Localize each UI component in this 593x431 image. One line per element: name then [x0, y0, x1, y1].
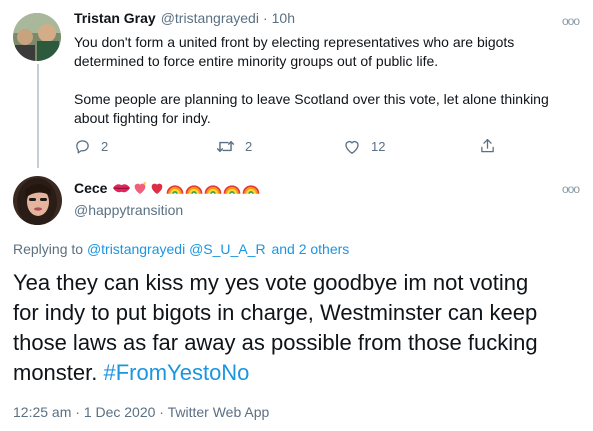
like-action[interactable]: 12 — [343, 138, 385, 155]
rainbow-icon — [186, 184, 203, 194]
tweet-text-line: You don't form a united front by electin… — [74, 34, 515, 50]
hashtag-link[interactable]: #FromYestoNo — [104, 360, 250, 385]
tweet-header: Tristan Gray @tristangrayedi · 10h — [74, 10, 295, 26]
reply-author-handle[interactable]: @happytransition — [74, 202, 183, 218]
heart-icon — [345, 140, 359, 154]
cece-avatar[interactable] — [13, 176, 62, 225]
reply-text: Yea they can kiss my yes vote goodbye im… — [13, 268, 588, 388]
replying-to-user[interactable]: @tristangrayedi — [87, 241, 185, 257]
tweet-time[interactable]: 10h — [272, 10, 295, 26]
reply-timestamp[interactable]: 12:25 am · 1 Dec 2020 · Twitter Web App — [13, 404, 269, 420]
more-options-icon[interactable]: ooo — [562, 14, 580, 28]
name-emojis — [112, 180, 260, 196]
reply-text-line: for indy to put bigots in charge, Westmi… — [13, 300, 538, 325]
retweet-count: 2 — [245, 139, 253, 154]
reply-author-name[interactable]: Cece — [74, 180, 107, 196]
rainbow-icon — [224, 184, 241, 194]
reply-count: 2 — [101, 139, 109, 154]
thread-connector-line — [37, 64, 39, 168]
tweet-text-line: about fighting for indy. — [74, 110, 211, 126]
share-action[interactable] — [479, 137, 506, 155]
share-icon — [481, 138, 494, 153]
reply-header: Cece — [74, 180, 260, 196]
replying-to: Replying to @tristangrayedi @S_U_A_R and… — [13, 241, 349, 257]
tweet-text: You don't form a united front by electin… — [74, 33, 584, 128]
reply-more-options-icon[interactable]: ooo — [562, 182, 580, 196]
reply-text-last-line: monster. #FromYestoNo — [13, 358, 588, 388]
tweet-text-line: Some people are planning to leave Scotla… — [74, 91, 549, 107]
reply-text-line: Yea they can kiss my yes vote goodbye im… — [13, 270, 529, 295]
author-name[interactable]: Tristan Gray — [74, 10, 156, 26]
kiss-lips-icon — [113, 184, 131, 193]
reply-text-line: monster. — [13, 360, 98, 385]
like-count: 12 — [371, 139, 386, 154]
author-handle[interactable]: @tristangrayedi — [161, 10, 259, 26]
reply-text-line: those laws as far away as possible from … — [13, 330, 538, 355]
retweet-icon — [216, 141, 235, 152]
reply-icon — [76, 140, 89, 154]
rainbow-icon — [243, 184, 260, 194]
replying-to-others[interactable]: and 2 others — [271, 241, 349, 257]
rainbow-icon — [167, 184, 184, 194]
sparkling-heart-icon — [135, 182, 147, 194]
replying-to-user[interactable]: @S_U_A_R — [189, 241, 265, 257]
header-separator: · — [262, 10, 268, 26]
rainbow-icon — [205, 184, 222, 194]
replying-to-prefix: Replying to — [13, 241, 84, 257]
tristan-avatar[interactable] — [13, 13, 61, 61]
reply-action[interactable]: 2 — [74, 138, 108, 155]
retweet-action[interactable]: 2 — [216, 138, 252, 155]
red-heart-icon — [152, 183, 163, 194]
tweet-text-line: determined to force entire minority grou… — [74, 53, 439, 69]
